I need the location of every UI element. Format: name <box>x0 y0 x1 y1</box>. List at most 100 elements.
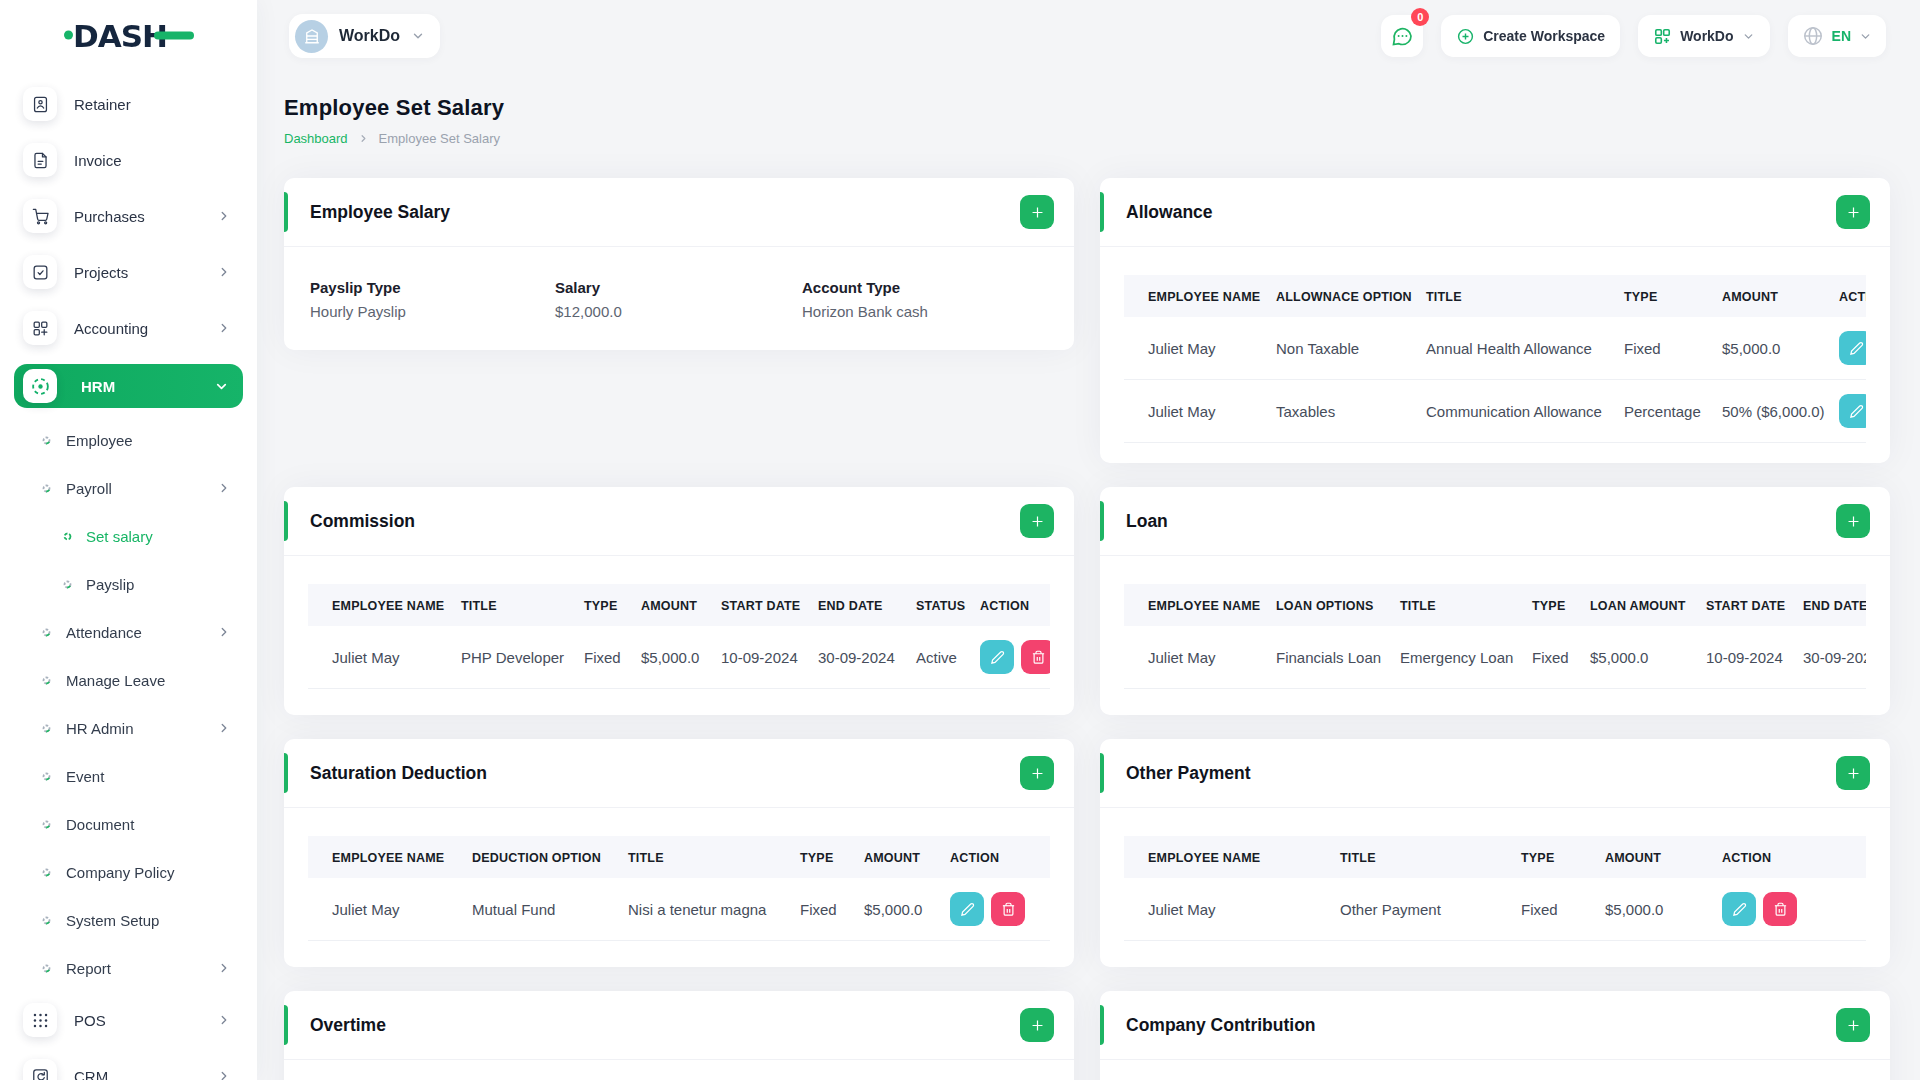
add-overtime-button[interactable] <box>1020 1008 1054 1042</box>
add-allowance-button[interactable] <box>1836 195 1870 229</box>
app-logo[interactable]: DASH <box>0 0 257 76</box>
sidebar-item-employee[interactable]: Employee <box>14 416 243 464</box>
bullet-icon <box>42 772 51 781</box>
bullet-icon <box>42 868 51 877</box>
card-title: Commission <box>310 511 415 532</box>
chat-icon <box>1390 24 1414 48</box>
table-row: Juliet MayOther PaymentFixed$5,000.0 <box>1124 878 1866 941</box>
table-cell: Mutual Fund <box>472 878 628 941</box>
sidebar-item-hrm[interactable]: HRM <box>14 364 243 408</box>
bullet-icon <box>42 436 51 445</box>
plus-icon <box>1029 513 1046 530</box>
table-cell: Non Taxable <box>1276 317 1426 380</box>
add-loan-button[interactable] <box>1836 504 1870 538</box>
edit-button[interactable] <box>1722 892 1756 926</box>
language-selector[interactable]: EN <box>1788 15 1886 57</box>
chevron-right-icon <box>217 625 231 639</box>
employee-salary-card: Employee Salary Payslip Type Hourly Pays… <box>284 178 1074 350</box>
add-commission-button[interactable] <box>1020 504 1054 538</box>
salary-field: Salary $12,000.0 <box>555 279 802 320</box>
sidebar-item-manage-leave[interactable]: Manage Leave <box>14 656 243 704</box>
column-header: Employee Name <box>1124 836 1340 878</box>
edit-button[interactable] <box>1839 394 1866 428</box>
messages-badge: 0 <box>1411 8 1429 26</box>
delete-button[interactable] <box>1021 640 1050 674</box>
sidebar-item-report[interactable]: Report <box>14 944 243 992</box>
messages-button[interactable]: 0 <box>1381 15 1423 57</box>
sidebar-item-purchases[interactable]: Purchases <box>14 188 243 244</box>
workspace-menu-button[interactable]: WorkDo <box>1638 15 1769 57</box>
breadcrumb-dashboard-link[interactable]: Dashboard <box>284 131 348 146</box>
invoice-icon <box>23 143 57 177</box>
column-header: Employee Name <box>1124 584 1276 626</box>
retainer-icon <box>23 87 57 121</box>
actions-cell <box>1722 878 1866 941</box>
sidebar-item-crm[interactable]: CRM <box>14 1048 243 1080</box>
sidebar-item-pos[interactable]: POS <box>14 992 243 1048</box>
add-employee-salary-button[interactable] <box>1020 195 1054 229</box>
sidebar-item-retainer[interactable]: Retainer <box>14 76 243 132</box>
page-title: Employee Set Salary <box>284 95 1890 121</box>
breadcrumb: Dashboard Employee Set Salary <box>284 131 1890 146</box>
sidebar-item-attendance[interactable]: Attendance <box>14 608 243 656</box>
column-header: Deduction Option <box>472 836 628 878</box>
chevron-right-icon <box>217 721 231 735</box>
card-title: Company Contribution <box>1126 1015 1316 1036</box>
sidebar-item-payroll[interactable]: Payroll <box>14 464 243 512</box>
table-cell: Juliet May <box>1124 380 1276 443</box>
sidebar-item-hr-admin[interactable]: HR Admin <box>14 704 243 752</box>
projects-icon <box>23 255 57 289</box>
column-header: Amount <box>1722 275 1839 317</box>
sidebar-item-accounting[interactable]: Accounting <box>14 300 243 356</box>
delete-button[interactable] <box>991 892 1025 926</box>
table-header-row: Employee NameDeduction OptionTitleTypeAm… <box>308 836 1050 878</box>
column-header: Allownace Option <box>1276 275 1426 317</box>
table-cell: Active <box>916 626 980 689</box>
bullet-icon <box>42 916 51 925</box>
edit-button[interactable] <box>980 640 1014 674</box>
card-title: Employee Salary <box>310 202 450 223</box>
chevron-right-icon <box>217 1069 231 1080</box>
sidebar: DASH Retainer Invoice Purchases Projects… <box>0 0 257 1080</box>
bullet-icon <box>42 820 51 829</box>
table-cell: Nisi a tenetur magna <box>628 878 800 941</box>
chevron-right-icon <box>217 321 231 335</box>
add-company-contribution-button[interactable] <box>1836 1008 1870 1042</box>
purchases-icon <box>23 199 57 233</box>
table-cell: $5,000.0 <box>1605 878 1722 941</box>
card-title: Overtime <box>310 1015 386 1036</box>
card-title: Other Payment <box>1126 763 1250 784</box>
edit-button[interactable] <box>1839 331 1866 365</box>
table-cell: $5,000.0 <box>864 878 950 941</box>
table-cell: Juliet May <box>308 626 461 689</box>
table-cell: $5,000.0 <box>641 626 721 689</box>
table-cell: Juliet May <box>1124 626 1276 689</box>
sidebar-item-company-policy[interactable]: Company Policy <box>14 848 243 896</box>
sidebar-item-invoice[interactable]: Invoice <box>14 132 243 188</box>
workspace-grid-icon <box>1653 27 1672 46</box>
sidebar-item-payslip[interactable]: Payslip <box>14 560 243 608</box>
table-cell: 30-09-2024 <box>1803 626 1866 689</box>
sidebar-item-set-salary[interactable]: Set salary <box>14 512 243 560</box>
sidebar-item-system-setup[interactable]: System Setup <box>14 896 243 944</box>
table-cell: 10-09-2024 <box>1706 626 1803 689</box>
delete-button[interactable] <box>1763 892 1797 926</box>
sidebar-item-projects[interactable]: Projects <box>14 244 243 300</box>
chevron-down-icon <box>214 379 229 394</box>
bullet-icon <box>42 724 51 733</box>
workspace-selector[interactable]: WorkDo <box>289 14 440 58</box>
bullet-icon <box>42 484 51 493</box>
sidebar-item-event[interactable]: Event <box>14 752 243 800</box>
create-workspace-button[interactable]: Create Workspace <box>1441 15 1620 57</box>
plus-icon <box>1845 513 1862 530</box>
add-other-payment-button[interactable] <box>1836 756 1870 790</box>
table-cell: Fixed <box>1521 878 1605 941</box>
overtime-card: Overtime <box>284 991 1074 1080</box>
workspace-selector-label: WorkDo <box>339 27 400 45</box>
salary-field: Payslip Type Hourly Payslip <box>310 279 555 320</box>
add-saturation-deduction-button[interactable] <box>1020 756 1054 790</box>
sidebar-item-document[interactable]: Document <box>14 800 243 848</box>
table-cell: Fixed <box>800 878 864 941</box>
edit-button[interactable] <box>950 892 984 926</box>
chevron-down-icon <box>411 29 425 43</box>
